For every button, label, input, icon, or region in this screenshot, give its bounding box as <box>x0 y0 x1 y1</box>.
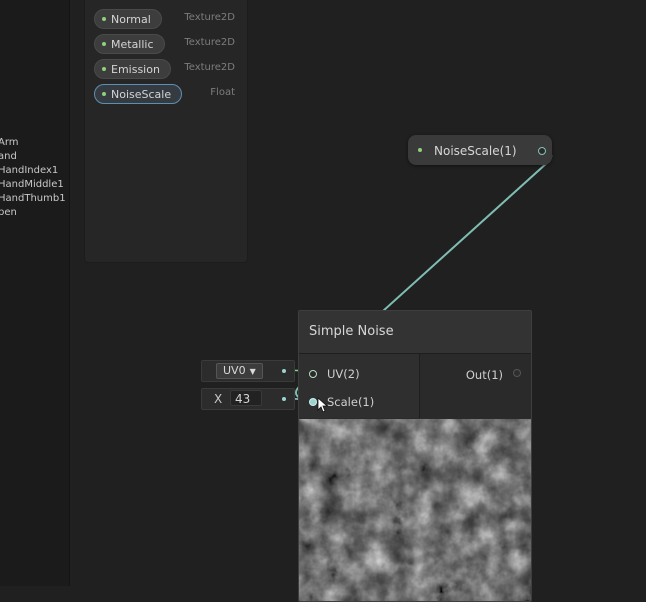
uv-dropdown-value: UV0 <box>223 364 246 377</box>
mouse-cursor-icon <box>317 397 329 413</box>
uv-inline-field: UV0 ▼ <box>201 360 295 382</box>
scale-value-input[interactable]: 43 <box>230 390 262 406</box>
port-label: Scale(1) <box>327 395 375 409</box>
property-dot-icon <box>418 148 422 152</box>
simple-noise-node[interactable]: Simple Noise UV(2) Scale(1) Out(1) <box>298 310 532 602</box>
port-label: UV(2) <box>327 367 360 381</box>
node-title: Simple Noise <box>309 324 394 339</box>
port-circle-icon[interactable] <box>309 370 317 378</box>
x-axis-label: X <box>214 392 223 406</box>
node-header[interactable]: Simple Noise <box>299 311 531 354</box>
port-circle-icon[interactable] <box>309 398 317 406</box>
inline-connector-dot <box>282 397 286 401</box>
uv-channel-dropdown[interactable]: UV0 ▼ <box>216 363 263 379</box>
inline-connector-dot <box>282 369 286 373</box>
dropdown-caret-icon: ▼ <box>249 367 256 376</box>
property-node-label: NoiseScale(1) <box>434 144 517 158</box>
scale-inline-field: X 43 <box>201 388 295 410</box>
node-outputs: Out(1) <box>420 354 531 418</box>
property-output-port[interactable] <box>538 147 546 155</box>
noise-preview-image <box>299 419 531 601</box>
output-port-circle-icon[interactable] <box>513 369 521 377</box>
output-port-label: Out(1) <box>465 368 503 382</box>
noisescale-property-node[interactable]: NoiseScale(1) <box>408 135 552 165</box>
